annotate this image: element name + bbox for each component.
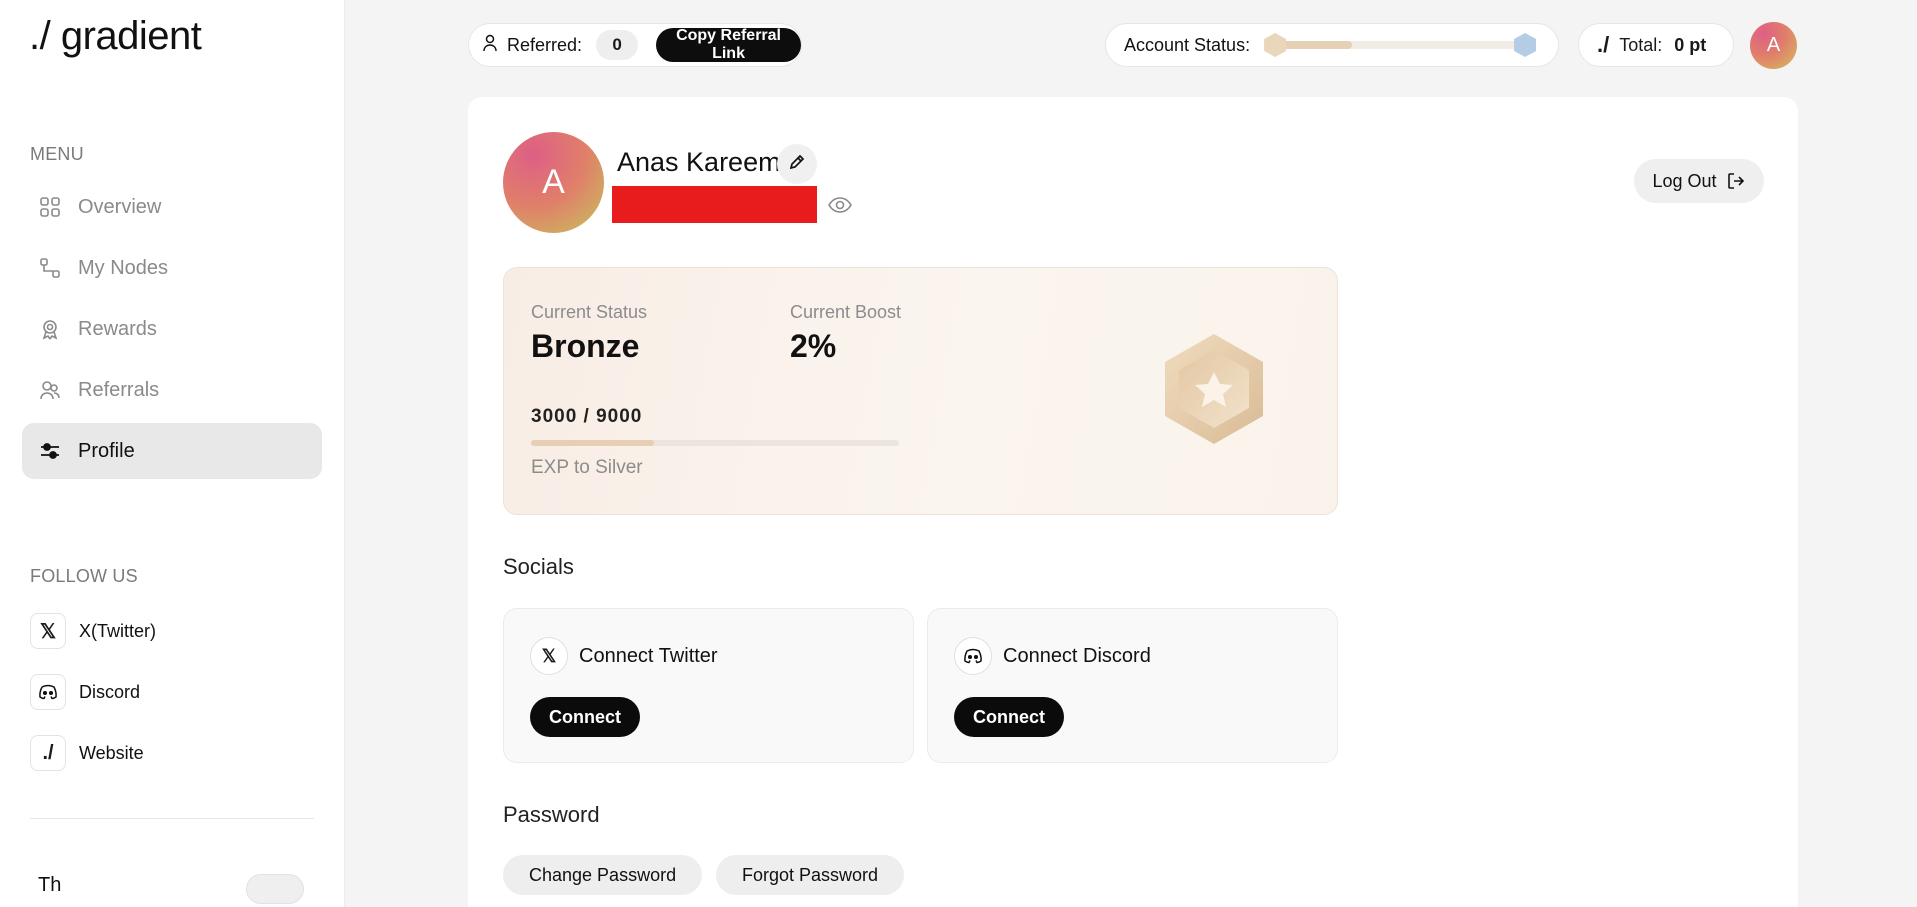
sidebar-item-label: Referrals <box>78 378 160 401</box>
referral-pill: Referred: 0 Copy Referral Link <box>468 23 802 67</box>
total-points-pill: ./ Total: 0 pt <box>1578 23 1734 67</box>
current-boost-label: Current Boost <box>790 302 902 322</box>
sidebar-item-label: Overview <box>78 195 162 218</box>
edit-name-button[interactable] <box>777 144 817 184</box>
follow-discord-link[interactable]: Discord <box>30 674 140 710</box>
sidebar-divider <box>30 818 314 819</box>
profile-card: A Anas Kareem Log Out Current Status Bro… <box>468 97 1798 907</box>
password-title: Password <box>503 802 600 827</box>
theme-label: Th <box>38 874 62 896</box>
follow-label: X(Twitter) <box>79 620 157 641</box>
eye-icon[interactable] <box>827 192 853 218</box>
status-card: Current Status Bronze Current Boost 2% 3… <box>503 267 1338 515</box>
sidebar-item-label: Profile <box>78 439 135 462</box>
connect-discord-title: Connect Discord <box>1003 645 1151 667</box>
connect-twitter-title: Connect Twitter <box>579 645 718 667</box>
sidebar-item-label: My Nodes <box>78 256 169 279</box>
current-status-label: Current Status <box>531 302 648 322</box>
total-label: Total: <box>1619 34 1663 55</box>
menu-section-title: MENU <box>30 144 84 164</box>
referred-count: 0 <box>596 30 639 60</box>
forgot-password-button[interactable]: Forgot Password <box>716 855 905 895</box>
follow-label: Discord <box>79 681 141 702</box>
exp-progress-track <box>531 440 899 446</box>
log-out-icon <box>1726 171 1746 191</box>
nodes-icon <box>38 256 62 280</box>
user-avatar[interactable]: A <box>1750 22 1797 69</box>
discord-icon <box>30 674 66 710</box>
follow-twitter-link[interactable]: 𝕏 X(Twitter) <box>30 613 156 649</box>
log-out-button[interactable]: Log Out <box>1634 159 1764 203</box>
exp-to-next-tier: EXP to Silver <box>531 457 643 478</box>
log-out-label: Log Out <box>1652 170 1717 191</box>
sidebar: ./ gradient MENU Overview My Nodes Rewar… <box>0 0 345 907</box>
account-status-label: Account Status: <box>1124 34 1251 55</box>
redacted-email <box>612 186 817 223</box>
current-status-value: Bronze <box>531 328 640 364</box>
users-icon <box>38 378 62 402</box>
gradient-logo-icon: ./ <box>1597 32 1610 57</box>
exp-progress-fill <box>531 440 654 446</box>
sidebar-item-profile[interactable]: Profile <box>22 423 322 479</box>
sidebar-item-overview[interactable]: Overview <box>22 179 322 235</box>
connect-twitter-button[interactable]: Connect <box>530 697 640 737</box>
connect-discord-button[interactable]: Connect <box>954 697 1064 737</box>
bronze-tier-icon <box>1264 33 1287 57</box>
discord-icon <box>954 637 992 675</box>
follow-website-link[interactable]: ./ Website <box>30 735 144 771</box>
sliders-icon <box>38 439 62 463</box>
gradient-logo[interactable]: ./ gradient <box>29 14 202 59</box>
change-password-button[interactable]: Change Password <box>503 855 703 895</box>
discord-connect-card: Connect Discord Connect <box>927 608 1338 763</box>
sidebar-item-label: Rewards <box>78 317 157 340</box>
bronze-badge-icon <box>1159 330 1269 448</box>
exp-progress-text: 3000 / 9000 <box>531 406 643 427</box>
twitter-connect-card: 𝕏 Connect Twitter Connect <box>503 608 914 763</box>
sidebar-item-rewards[interactable]: Rewards <box>22 301 322 357</box>
referred-label: Referred: <box>507 34 583 55</box>
gradient-logo-icon: ./ <box>30 735 66 771</box>
follow-section-title: FOLLOW US <box>30 566 138 586</box>
sidebar-item-my-nodes[interactable]: My Nodes <box>22 240 322 296</box>
silver-tier-icon <box>1514 33 1537 57</box>
x-twitter-icon: 𝕏 <box>530 637 568 675</box>
theme-toggle[interactable] <box>246 874 304 904</box>
socials-title: Socials <box>503 554 574 579</box>
profile-avatar: A <box>503 132 604 233</box>
profile-name: Anas Kareem <box>617 147 781 177</box>
x-twitter-icon: 𝕏 <box>30 613 66 649</box>
current-boost-value: 2% <box>790 328 837 364</box>
copy-referral-link-button[interactable]: Copy Referral Link <box>656 27 801 62</box>
account-status-track <box>1264 33 1537 57</box>
account-status-pill: Account Status: <box>1105 23 1559 67</box>
sidebar-item-referrals[interactable]: Referrals <box>22 362 322 418</box>
award-icon <box>38 317 62 341</box>
user-icon <box>483 34 497 57</box>
follow-label: Website <box>79 742 144 763</box>
pencil-icon <box>788 153 806 176</box>
grid-icon <box>38 195 62 219</box>
total-value: 0 pt <box>1674 34 1707 55</box>
